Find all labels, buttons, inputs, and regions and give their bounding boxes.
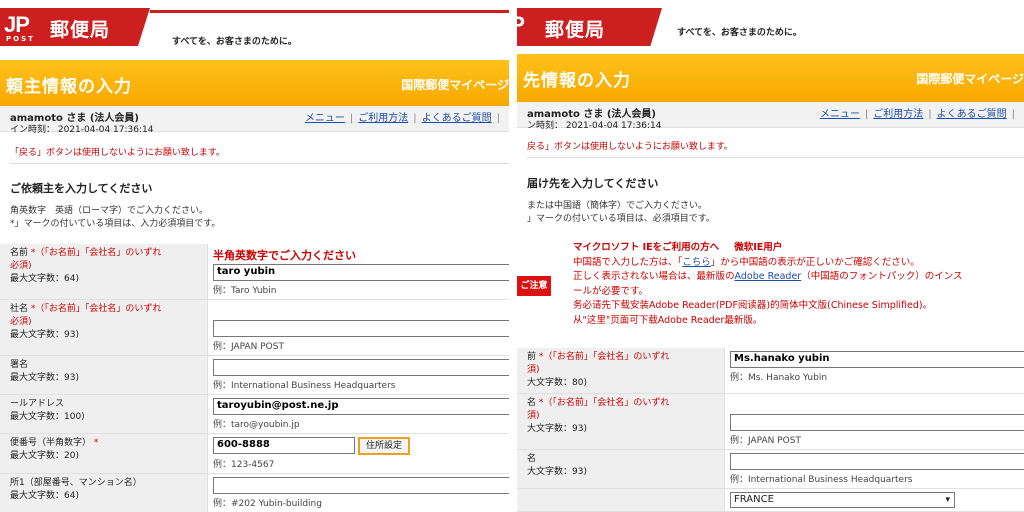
brand-header: JP POST 郵便局 すべてを、お客さまのために。 [0, 8, 509, 54]
check-chinese-link[interactable]: こちら [682, 257, 711, 268]
recipient-department-input[interactable] [730, 453, 1024, 470]
menu-link[interactable]: メニュー [305, 113, 345, 124]
input-hint: 半角英数字でご入力ください [213, 249, 356, 262]
jp-post-logo-sub: POST [6, 35, 35, 43]
adobe-reader-link[interactable]: Adobe Reader [735, 271, 802, 282]
sender-info-screenshot: JP POST 郵便局 すべてを、お客さまのために。 頼主情報の入力 国際郵便マ… [0, 0, 509, 512]
login-time: ン時刻： 2021-04-04 17:36:14 [527, 121, 662, 131]
divider [10, 163, 509, 164]
recipient-form: 前 *（「お名前」「会社名」のいずれ 須) 大文字数：80) Ms.hanako… [517, 348, 1024, 512]
divider [527, 157, 1024, 158]
faq-link[interactable]: よくあるご質問 [422, 113, 492, 124]
form-row-country: FRANCE ▾ [517, 489, 1024, 512]
header-links: メニュー | ご利用方法 | よくあるご質問 | [304, 113, 500, 124]
form-row-email: ールアドレス 最大文字数：100) taroyubin@post.ne.jp 例… [0, 395, 509, 434]
recipient-name-input[interactable]: Ms.hanako yubin [730, 351, 1024, 368]
service-name: 国際郵便マイページ [916, 72, 1024, 86]
caution-badge: ご注意 [517, 276, 551, 296]
form-row-department: 署名 最大文字数：93) 例：International Business He… [0, 356, 509, 395]
form-row-company: 名 *（「お名前」「会社名」のいずれ 須) 大文字数：93) 例：JAPAN P… [517, 394, 1024, 450]
company-input[interactable] [213, 320, 509, 337]
faq-link[interactable]: よくあるご質問 [937, 109, 1007, 120]
title-bar: 先情報の入力 国際郵便マイページ [517, 54, 1024, 102]
recipient-company-input[interactable] [730, 414, 1024, 431]
form-row-department: 名 大文字数：93) 例：International Business Head… [517, 450, 1024, 489]
user-info-row: amamoto さま (法人会員) イン時刻： 2021-04-04 17:36… [0, 106, 509, 135]
login-time: イン時刻： 2021-04-04 17:36:14 [10, 125, 154, 135]
menu-link[interactable]: メニュー [820, 109, 860, 120]
address1-input[interactable] [213, 477, 509, 494]
chevron-down-icon: ▾ [945, 495, 950, 505]
brand-header: JP 郵便局 すべてを、お客さまのために。 [517, 8, 1024, 54]
back-button-warning: 「戻る」ボタンは使用しないようにお願い致します。 [10, 148, 225, 158]
postal-code-input[interactable]: 600-8888 [213, 437, 355, 454]
name-input[interactable]: taro yubin [213, 264, 509, 281]
user-info-row: amamoto さま (法人会員) ン時刻： 2021-04-04 17:36:… [517, 102, 1024, 131]
form-row-postal: 便番号（半角数字） * 最大文字数：20) 600-8888 住所設定 例：123… [0, 434, 509, 474]
recipient-info-screenshot: JP 郵便局 すべてを、お客さまのために。 先情報の入力 国際郵便マイページ a… [517, 0, 1024, 512]
section-heading: 届け先を入力してください [527, 177, 659, 190]
address-lookup-button[interactable]: 住所設定 [358, 437, 411, 455]
form-row-company: 社名 *（「お名前」「会社名」のいずれ 必須) 最大文字数：93) 例：JAPA… [0, 300, 509, 356]
department-input[interactable] [213, 359, 509, 376]
brand-slogan: すべてを、お客さまのために。 [172, 37, 297, 47]
brand-name: 郵便局 [545, 19, 606, 41]
service-name: 国際郵便マイページ [401, 78, 509, 92]
section-heading: ご依頼主を入力してください [10, 182, 153, 195]
email-input[interactable]: taroyubin@post.ne.jp [213, 398, 509, 415]
form-row-name: 名前 *（「お名前」「会社名」のいずれ 必須) 最大文字数：64) 半角英数字で… [0, 244, 509, 300]
form-row-name: 前 *（「お名前」「会社名」のいずれ 須) 大文字数：80) Ms.hanako… [517, 348, 1024, 394]
usage-link[interactable]: ご利用方法 [358, 113, 408, 124]
sender-form: 名前 *（「お名前」「会社名」のいずれ 必須) 最大文字数：64) 半角英数字で… [0, 244, 509, 512]
ie-caution-box: ご注意 マイクロソフト IEをご利用の方へ 微软IE用户 中国語で入力した方は、… [517, 238, 1024, 332]
brand-slogan: すべてを、お客さまのために。 [677, 28, 802, 38]
brand-name: 郵便局 [50, 19, 111, 41]
jp-post-logo: JP [517, 12, 525, 38]
page-title: 頼主情報の入力 [6, 77, 132, 97]
header-links: メニュー | ご利用方法 | よくあるご質問 | [819, 109, 1015, 120]
country-select[interactable]: FRANCE ▾ [730, 492, 955, 508]
page-title: 先情報の入力 [523, 71, 631, 91]
title-bar: 頼主情報の入力 国際郵便マイページ [0, 60, 509, 106]
form-row-address1: 所1（部屋番号、マンション名） 最大文字数：64) 例：#202 Yubin-b… [0, 474, 509, 512]
input-notes: 角英数字 英語（ローマ字）でご入力ください。 *」マークの付いている項目は、入力… [10, 206, 221, 229]
usage-link[interactable]: ご利用方法 [873, 109, 923, 120]
back-button-warning: 戻る」ボタンは使用しないようにお願い致します。 [527, 142, 733, 152]
input-notes: または中国語（簡体字）でご入力ください。 」マークの付いている項目は、必須項目で… [527, 201, 715, 224]
